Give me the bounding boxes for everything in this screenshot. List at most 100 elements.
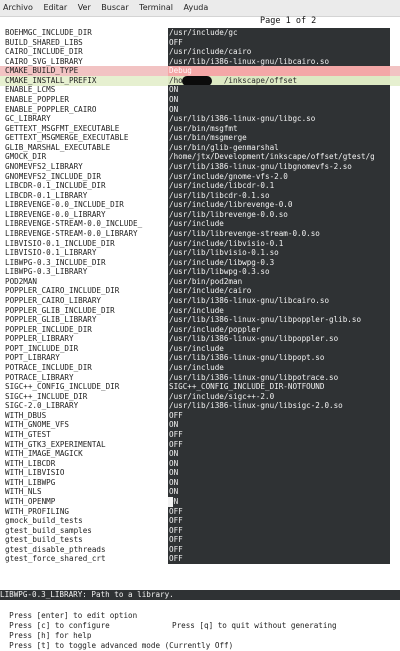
cache-entry-row[interactable]: gtest_force_shared_crt OFF (0, 554, 400, 565)
entry-value[interactable]: OFF (168, 506, 390, 517)
entry-value[interactable]: ON (168, 477, 390, 488)
cache-entry-row[interactable]: WITH_IMAGE_MAGICK ON (0, 449, 400, 460)
cache-entry-row[interactable]: LIBREVENGE-STREAM-0.0_LIBRARY/usr/lib/li… (0, 228, 400, 239)
cache-entry-row[interactable]: gtest_build_tests OFF (0, 535, 400, 546)
cache-entry-row[interactable]: ENABLE_POPPLER_CAIRO ON (0, 104, 400, 115)
entry-value[interactable]: /usr/include/libcdr-0.1 (168, 181, 390, 192)
entry-value[interactable]: OFF (168, 410, 390, 421)
entry-value[interactable]: /usr/lib/libwpg-0.3.so (168, 267, 390, 278)
cache-entry-row[interactable]: WITH_NLS ON (0, 487, 400, 498)
cache-entry-row[interactable]: ENABLE_POPPLER ON (0, 94, 400, 105)
entry-value[interactable]: /home/jtx/Development/inkscape/offset/gt… (168, 152, 390, 163)
cache-entry-row[interactable]: POPT_LIBRARY/usr/lib/i386-linux-gnu/libp… (0, 353, 400, 364)
entry-value[interactable]: /usr/lib/libvisio-0.1.so (168, 248, 390, 259)
cache-entry-row[interactable]: GETTEXT_MSGMERGE_EXECUTABLE/usr/bin/msgm… (0, 133, 400, 144)
entry-value[interactable]: /usr/include/cairo (168, 47, 390, 58)
cache-entry-row[interactable]: POPPLER_CAIRO_INCLUDE_DIR/usr/include/ca… (0, 286, 400, 297)
menu-ayuda[interactable]: Ayuda (180, 0, 213, 16)
entry-value[interactable]: /usr/lib/i386-linux-gnu/libpoppler.so (168, 334, 390, 345)
cache-entry-row[interactable]: WITH_OPENMP ON (0, 496, 400, 507)
entry-value[interactable]: OFF (168, 554, 390, 565)
entry-value[interactable]: /usr/lib/i386-linux-gnu/libgc.so (168, 114, 390, 125)
entry-value[interactable]: ON (168, 420, 390, 431)
cache-entry-row[interactable]: WITH_LIBWPG ON (0, 477, 400, 488)
entry-value[interactable]: /usr/lib/libcdr-0.1.so (168, 190, 390, 201)
cache-entry-row[interactable]: SIGC++_INCLUDE_DIR/usr/include/sigc++-2.… (0, 391, 400, 402)
cache-entry-row[interactable]: LIBWPG-0.3_LIBRARY/usr/lib/libwpg-0.3.so (0, 267, 400, 278)
entry-value[interactable]: OFF (168, 544, 390, 555)
entry-value[interactable]: /usr/include/gnome-vfs-2.0 (168, 171, 390, 182)
cache-entry-row[interactable]: POPPLER_CAIRO_LIBRARY/usr/lib/i386-linux… (0, 295, 400, 306)
entry-value[interactable]: /usr/bin/msgfmt (168, 123, 390, 134)
entry-value[interactable]: /usr/lib/i386-linux-gnu/libsigc-2.0.so (168, 401, 390, 412)
entry-value[interactable]: ON (168, 449, 390, 460)
entry-value[interactable]: /usr/lib/librevenge-stream-0.0.so (168, 228, 390, 239)
entry-value[interactable]: /usr/include/gc (168, 28, 390, 38)
entry-value[interactable]: OFF (168, 525, 390, 536)
cache-entry-row[interactable]: WITH_GNOME_VFS ON (0, 420, 400, 431)
entry-value[interactable]: /usr/include/libwpg-0.3 (168, 257, 390, 268)
cache-entry-row[interactable]: gtest_disable_pthreads OFF (0, 544, 400, 555)
cache-entry-row[interactable]: GNOMEVFS2_INCLUDE_DIR/usr/include/gnome-… (0, 171, 400, 182)
entry-value[interactable]: /usr/include/libvisio-0.1 (168, 238, 390, 249)
cache-entry-row[interactable]: gtest_build_samples OFF (0, 525, 400, 536)
cache-entry-row[interactable]: CAIRO_INCLUDE_DIR/usr/include/cairo (0, 47, 400, 58)
entry-value[interactable]: /usr/bin/pod2man (168, 276, 390, 287)
cache-entry-row[interactable]: LIBREVENGE-0.0_INCLUDE_DIR/usr/include/l… (0, 200, 400, 211)
cache-entry-row[interactable]: WITH_LIBVISIO ON (0, 468, 400, 479)
entry-value[interactable]: /usr/include/poppler (168, 324, 390, 335)
menu-terminal[interactable]: Terminal (135, 0, 177, 16)
cache-entry-row[interactable]: SIGC++_CONFIG_INCLUDE_DIR SIGC++_CONFIG_I… (0, 382, 400, 393)
cache-entry-row[interactable]: WITH_LIBCDR ON (0, 458, 400, 469)
entry-value[interactable]: /usr/include/librevenge-0.0 (168, 200, 390, 211)
entry-value[interactable]: /usr/lib/librevenge-0.0.so (168, 209, 390, 220)
entry-value[interactable]: /usr/include (168, 219, 390, 230)
cache-entry-row[interactable]: LIBREVENGE-0.0_LIBRARY/usr/lib/libreveng… (0, 209, 400, 220)
entry-value[interactable]: Debug (168, 66, 390, 77)
entry-value[interactable]: /usr/include/cairo (168, 286, 390, 297)
cache-entry-row[interactable]: ENABLE_LCMS ON (0, 85, 400, 96)
entry-value[interactable]: /usr/include (168, 305, 390, 316)
cache-entry-row[interactable]: POPPLER_LIBRARY/usr/lib/i386-linux-gnu/l… (0, 334, 400, 345)
cache-entry-row[interactable]: SIGC-2.0_LIBRARY/usr/lib/i386-linux-gnu/… (0, 401, 400, 412)
cache-entry-row[interactable]: GNOMEVFS2_LIBRARY/usr/lib/i386-linux-gnu… (0, 161, 400, 172)
entry-value[interactable]: /usr/lib/i386-linux-gnu/libpotrace.so (168, 372, 390, 383)
cache-entry-row[interactable]: CAIRO_SVG_LIBRARY/usr/lib/i386-linux-gnu… (0, 56, 400, 67)
entry-value[interactable]: ON (168, 468, 390, 479)
entry-value[interactable]: ON (168, 496, 390, 507)
cache-entry-row[interactable]: LIBCDR-0.1_INCLUDE_DIR/usr/include/libcd… (0, 181, 400, 192)
cache-entry-row[interactable]: CMAKE_INSTALL_PREFIX/home/ /inkscape/off… (0, 75, 400, 86)
entry-value[interactable]: /usr/include (168, 362, 390, 373)
entry-value[interactable]: ON (168, 487, 390, 498)
entry-value[interactable]: OFF (168, 439, 390, 450)
menu-ver[interactable]: Ver (74, 0, 95, 16)
cache-entry-row[interactable]: GLIB_MARSHAL_EXECUTABLE/usr/bin/glib-gen… (0, 142, 400, 153)
entry-value[interactable]: /usr/bin/msgmerge (168, 133, 390, 144)
entry-value[interactable]: /usr/lib/i386-linux-gnu/libpopt.so (168, 353, 390, 364)
cache-entry-row[interactable]: POD2MAN/usr/bin/pod2man (0, 276, 400, 287)
cache-entry-row[interactable]: LIBVISIO-0.1_LIBRARY/usr/lib/libvisio-0.… (0, 248, 400, 259)
entry-value[interactable]: /usr/include/sigc++-2.0 (168, 391, 390, 402)
entry-value[interactable]: SIGC++_CONFIG_INCLUDE_DIR-NOTFOUND (168, 382, 390, 393)
entry-value[interactable]: /usr/lib/i386-linux-gnu/libcairo.so (168, 56, 390, 67)
cache-entry-row[interactable]: WITH_DBUS OFF (0, 410, 400, 421)
entry-value[interactable]: /usr/include (168, 343, 390, 354)
cache-entry-row[interactable]: POTRACE_INCLUDE_DIR/usr/include (0, 362, 400, 373)
entry-value[interactable]: ON (168, 94, 390, 105)
entry-value[interactable]: OFF (168, 429, 390, 440)
cache-entry-row[interactable]: POPPLER_INCLUDE_DIR/usr/include/poppler (0, 324, 400, 335)
cache-entry-row[interactable]: BOEHMGC_INCLUDE_DIR/usr/include/gc (0, 28, 400, 38)
menu-buscar[interactable]: Buscar (97, 0, 132, 16)
entry-value[interactable]: /usr/bin/glib-genmarshal (168, 142, 390, 153)
cache-entry-row[interactable]: GC_LIBRARY/usr/lib/i386-linux-gnu/libgc.… (0, 114, 400, 125)
cache-entry-row[interactable]: POTRACE_LIBRARY/usr/lib/i386-linux-gnu/l… (0, 372, 400, 383)
cache-entry-row[interactable]: CMAKE_BUILD_TYPE Debug (0, 66, 400, 77)
cache-entry-row[interactable]: LIBREVENGE-STREAM-0.0_INCLUDE_ /usr/inclu… (0, 219, 400, 230)
cache-entry-row[interactable]: POPPLER_GLIB_INCLUDE_DIR/usr/include (0, 305, 400, 316)
cache-entry-row[interactable]: WITH_GTEST OFF (0, 429, 400, 440)
cache-entry-row[interactable]: GMOCK_DIR/home/jtx/Development/inkscape/… (0, 152, 400, 163)
cache-entry-row[interactable]: LIBCDR-0.1_LIBRARY/usr/lib/libcdr-0.1.so (0, 190, 400, 201)
cache-entry-row[interactable]: BUILD_SHARED_LIBS OFF (0, 37, 400, 48)
menu-editar[interactable]: Editar (39, 0, 71, 16)
entry-value[interactable]: OFF (168, 535, 390, 546)
